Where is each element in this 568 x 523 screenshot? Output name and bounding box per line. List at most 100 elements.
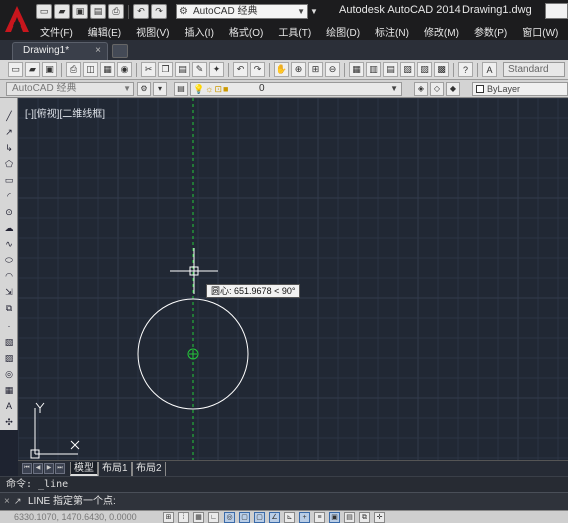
layer-select[interactable]: 💡☼⊡■ 0 ▼ bbox=[190, 82, 402, 96]
tab-model[interactable]: 模型 bbox=[70, 462, 98, 476]
line-icon[interactable]: ╱ bbox=[3, 110, 15, 122]
point-icon[interactable]: · bbox=[3, 320, 15, 332]
ortho-mode-icon[interactable]: ∟ bbox=[208, 512, 219, 523]
annotation-monitor-icon[interactable]: ✛ bbox=[374, 512, 385, 523]
menu-format[interactable]: 格式(O) bbox=[229, 24, 263, 39]
sheet-set-icon[interactable]: ▧ bbox=[400, 62, 415, 77]
save-icon[interactable]: ▣ bbox=[42, 62, 57, 77]
viewport-controls[interactable]: [-][俯视][二维线框] bbox=[25, 105, 105, 120]
spline-icon[interactable]: ∿ bbox=[3, 238, 15, 250]
gradient-icon[interactable]: ▨ bbox=[3, 352, 15, 364]
redo-icon[interactable]: ↷ bbox=[151, 4, 167, 19]
save-as-icon[interactable]: ▤ bbox=[90, 4, 106, 19]
tab-layout2[interactable]: 布局2 bbox=[132, 462, 166, 476]
match-properties-icon[interactable]: ✎ bbox=[192, 62, 207, 77]
arc-icon[interactable]: ◜ bbox=[3, 190, 15, 202]
undo-icon[interactable]: ↶ bbox=[233, 62, 248, 77]
save-icon[interactable]: ▣ bbox=[72, 4, 88, 19]
ellipse-arc-icon[interactable]: ◠ bbox=[3, 270, 15, 282]
circle-icon[interactable]: ⊙ bbox=[3, 206, 15, 218]
print-icon[interactable]: ⎙ bbox=[108, 4, 124, 19]
pan-icon[interactable]: ✋ bbox=[274, 62, 289, 77]
menu-draw[interactable]: 绘图(D) bbox=[326, 24, 360, 39]
snap-mode-icon[interactable]: ⁞ bbox=[178, 512, 189, 523]
plot-preview-icon[interactable]: ◫ bbox=[83, 62, 98, 77]
object-snap-icon[interactable]: ▢ bbox=[239, 512, 250, 523]
region-icon[interactable]: ◎ bbox=[3, 368, 15, 380]
redo-icon[interactable]: ↷ bbox=[250, 62, 265, 77]
workspace-settings-icon[interactable]: ⚙ bbox=[137, 82, 151, 96]
zoom-window-icon[interactable]: ⊞ bbox=[308, 62, 323, 77]
polar-tracking-icon[interactable]: ◎ bbox=[224, 512, 235, 523]
dynamic-ucs-icon[interactable]: ⊾ bbox=[284, 512, 295, 523]
revision-cloud-icon[interactable]: ☁ bbox=[3, 222, 15, 234]
prev-layout-icon[interactable]: ◀ bbox=[33, 463, 43, 474]
close-icon[interactable]: × bbox=[95, 43, 101, 59]
quickcalc-icon[interactable]: ▩ bbox=[434, 62, 449, 77]
menu-edit[interactable]: 编辑(E) bbox=[88, 24, 121, 39]
dynamic-input-icon[interactable]: + bbox=[299, 512, 310, 523]
polyline-icon[interactable]: ↳ bbox=[3, 142, 15, 154]
zoom-realtime-icon[interactable]: ⊕ bbox=[291, 62, 306, 77]
paste-icon[interactable]: ▤ bbox=[175, 62, 190, 77]
markup-icon[interactable]: ▨ bbox=[417, 62, 432, 77]
construction-line-icon[interactable]: ↗ bbox=[3, 126, 15, 138]
undo-icon[interactable]: ↶ bbox=[133, 4, 149, 19]
polygon-icon[interactable]: ⬠ bbox=[3, 158, 15, 170]
design-center-icon[interactable]: ▥ bbox=[366, 62, 381, 77]
menu-view[interactable]: 视图(V) bbox=[136, 24, 169, 39]
menu-tools[interactable]: 工具(T) bbox=[278, 24, 311, 39]
new-icon[interactable]: ▭ bbox=[36, 4, 52, 19]
menu-modify[interactable]: 修改(M) bbox=[424, 24, 459, 39]
transparency-icon[interactable]: ▣ bbox=[329, 512, 340, 523]
open-icon[interactable]: ▰ bbox=[54, 4, 70, 19]
insert-block-icon[interactable]: ⇲ bbox=[3, 286, 15, 298]
publish-icon[interactable]: ▦ bbox=[100, 62, 115, 77]
tool-palettes-icon[interactable]: ▤ bbox=[383, 62, 398, 77]
table-icon[interactable]: ▦ bbox=[3, 384, 15, 396]
tab-layout1[interactable]: 布局1 bbox=[98, 462, 132, 476]
make-current-icon[interactable]: ◈ bbox=[414, 82, 428, 96]
command-line[interactable]: × ↗ LINE 指定第一个点: bbox=[0, 492, 568, 510]
tab-drawing1[interactable]: Drawing1* × bbox=[12, 42, 108, 60]
3d-publish-icon[interactable]: ◉ bbox=[117, 62, 132, 77]
plot-icon[interactable]: ⎙ bbox=[66, 62, 81, 77]
new-icon[interactable]: ▭ bbox=[8, 62, 23, 77]
customize-icon[interactable]: ▾ bbox=[153, 82, 167, 96]
grid-display-icon[interactable]: ▦ bbox=[193, 512, 204, 523]
workspace-select[interactable]: ⚙ AutoCAD 经典 ▼ bbox=[176, 4, 308, 19]
qat-dropdown-icon[interactable]: ▼ bbox=[310, 4, 319, 19]
object-snap-tracking-icon[interactable]: ∠ bbox=[269, 512, 280, 523]
next-layout-icon[interactable]: ▶ bbox=[44, 463, 54, 474]
quick-properties-icon[interactable]: ▤ bbox=[344, 512, 355, 523]
menu-insert[interactable]: 插入(I) bbox=[184, 24, 213, 39]
layer-properties-icon[interactable]: ▤ bbox=[174, 82, 188, 96]
help-icon[interactable]: ? bbox=[458, 62, 473, 77]
workspace-combo[interactable]: AutoCAD 经典 ▼ bbox=[6, 82, 134, 96]
cut-icon[interactable]: ✂ bbox=[141, 62, 156, 77]
color-select[interactable]: ByLayer bbox=[472, 82, 568, 96]
3d-object-snap-icon[interactable]: ▢ bbox=[254, 512, 265, 523]
make-block-icon[interactable]: ⧉ bbox=[3, 302, 15, 314]
search-input[interactable] bbox=[545, 3, 568, 19]
add-selected-icon[interactable]: ✣ bbox=[3, 416, 15, 428]
layer-previous-icon[interactable]: ◇ bbox=[430, 82, 444, 96]
menu-file[interactable]: 文件(F) bbox=[40, 24, 73, 39]
menu-window[interactable]: 窗口(W) bbox=[522, 24, 558, 39]
infer-constraints-icon[interactable]: ⊞ bbox=[163, 512, 174, 523]
ellipse-icon[interactable]: ⬭ bbox=[3, 254, 15, 266]
selection-cycling-icon[interactable]: ⧉ bbox=[359, 512, 370, 523]
first-layout-icon[interactable]: ⏮ bbox=[22, 463, 32, 474]
new-tab-button[interactable] bbox=[112, 44, 128, 58]
close-icon[interactable]: × bbox=[4, 493, 10, 510]
block-editor-icon[interactable]: ✦ bbox=[209, 62, 224, 77]
application-menu-button[interactable] bbox=[0, 0, 34, 40]
open-icon[interactable]: ▰ bbox=[25, 62, 40, 77]
layer-state-icon[interactable]: ◆ bbox=[446, 82, 460, 96]
multiline-text-icon[interactable]: A bbox=[3, 400, 15, 412]
menu-parametric[interactable]: 参数(P) bbox=[474, 24, 507, 39]
menu-dimension[interactable]: 标注(N) bbox=[375, 24, 409, 39]
rectangle-icon[interactable]: ▭ bbox=[3, 174, 15, 186]
text-style-select[interactable]: Standard bbox=[503, 62, 565, 77]
drawing-area[interactable]: [-][俯视][二维线框] 圆心: 651.9678 < 90° bbox=[18, 98, 568, 460]
